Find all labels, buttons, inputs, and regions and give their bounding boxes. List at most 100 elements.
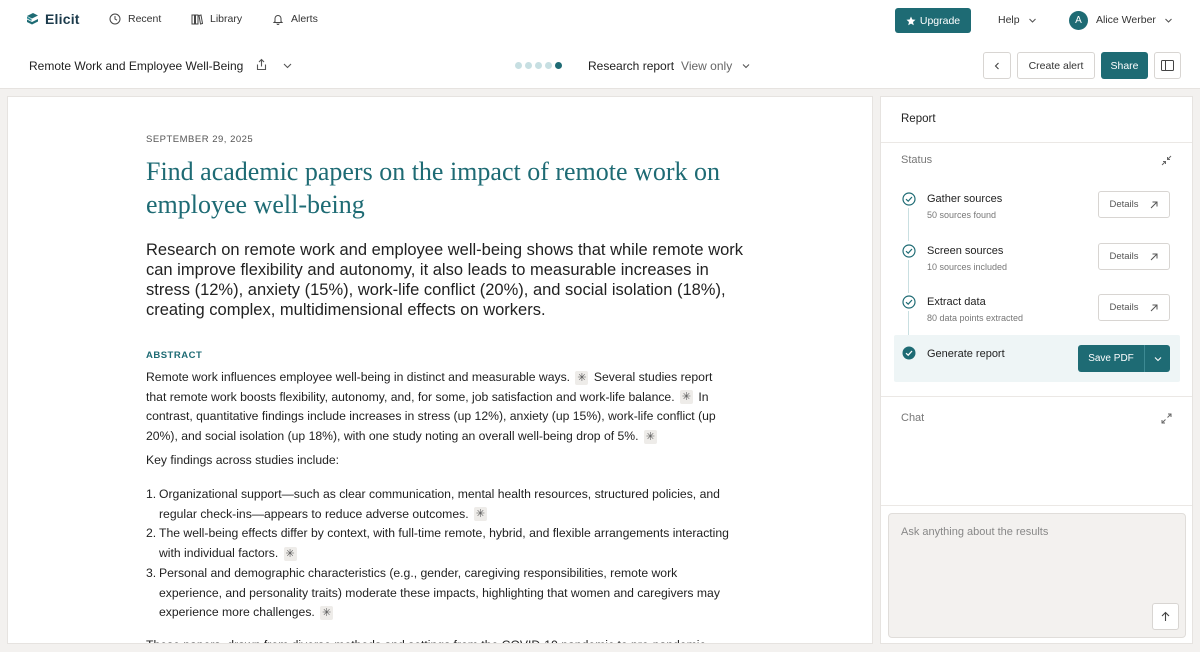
chat-input[interactable] <box>901 526 1171 538</box>
report-document: SEPTEMBER 29, 2025 Find academic papers … <box>7 96 873 644</box>
report-type-selector[interactable]: Research report View only <box>588 59 751 73</box>
report-type-label: Research report <box>588 59 675 73</box>
step-title: Extract data <box>927 296 986 308</box>
sidebar-icon <box>1161 60 1174 71</box>
app-logo[interactable]: Elicit <box>26 11 80 27</box>
nav-alerts[interactable]: Alerts <box>272 13 318 25</box>
chevron-down-icon[interactable] <box>282 60 293 71</box>
list-item: 3. Personal and demographic characterist… <box>146 564 736 623</box>
progress-dot <box>515 62 522 69</box>
user-avatar[interactable]: A <box>1069 11 1088 30</box>
list-number: 3. <box>146 565 157 580</box>
create-alert-button[interactable]: Create alert <box>1017 52 1095 79</box>
save-pdf-options-button[interactable] <box>1145 345 1170 372</box>
chevron-down-icon <box>742 64 750 69</box>
app-name: Elicit <box>45 11 80 27</box>
user-name-label: Alice Werber <box>1096 14 1156 26</box>
progress-dots <box>515 62 562 69</box>
check-circle-icon <box>902 244 916 258</box>
export-icon[interactable] <box>255 58 268 71</box>
citation-marker[interactable]: ✳ <box>643 429 657 444</box>
library-icon <box>191 14 203 25</box>
citation-marker[interactable]: ✳ <box>473 507 487 522</box>
citation-marker[interactable]: ✳ <box>320 606 334 620</box>
help-menu[interactable]: Help <box>998 14 1037 26</box>
list-item-text: The well-being effects differ by context… <box>159 526 729 561</box>
details-label: Details <box>1109 302 1139 313</box>
list-number: 2. <box>146 526 157 541</box>
nav-library[interactable]: Library <box>191 13 242 25</box>
progress-dot <box>535 62 542 69</box>
step-subtitle: 10 sources included <box>927 262 1008 272</box>
status-label: Status <box>901 154 933 166</box>
help-label: Help <box>998 14 1020 26</box>
access-mode[interactable]: View only <box>681 59 751 73</box>
share-button[interactable]: Share <box>1101 52 1148 79</box>
step-title: Gather sources <box>927 193 1003 205</box>
bell-icon <box>272 15 284 25</box>
details-button[interactable]: Details <box>1098 191 1170 218</box>
list-item-text: Organizational support—such as clear com… <box>159 487 720 521</box>
abstract-label: ABSTRACT <box>146 350 203 361</box>
top-navigation-bar: Elicit Recent Library Alerts Upgrade Hel… <box>0 0 1200 42</box>
report-side-panel: Report Status Gather sources 50 sources … <box>880 96 1193 644</box>
step-title: Generate report <box>927 348 1005 360</box>
check-circle-icon <box>902 295 916 309</box>
citation-marker[interactable]: ✳ <box>283 546 297 561</box>
report-date: SEPTEMBER 29, 2025 <box>146 134 254 145</box>
list-item: 2. The well-being effects differ by cont… <box>146 524 736 563</box>
check-circle-icon <box>902 192 916 206</box>
collapse-icon[interactable] <box>1161 155 1172 166</box>
details-label: Details <box>1109 251 1139 262</box>
step-subtitle: 50 sources found <box>927 210 997 220</box>
progress-dot <box>545 62 552 69</box>
back-button[interactable] <box>983 52 1011 79</box>
nav-recent-label: Recent <box>128 13 162 25</box>
chevron-down-icon <box>1154 356 1161 361</box>
progress-dot <box>525 62 532 69</box>
step-connector <box>908 260 909 293</box>
chevron-down-icon <box>1165 18 1172 23</box>
chat-composer <box>888 513 1186 638</box>
star-icon <box>906 16 916 25</box>
toggle-sidebar-button[interactable] <box>1154 52 1181 79</box>
save-pdf-button[interactable]: Save PDF <box>1078 345 1145 372</box>
chevron-left-icon <box>994 62 999 69</box>
details-button[interactable]: Details <box>1098 294 1170 321</box>
step-title: Screen sources <box>927 245 1004 257</box>
abstract-sentence: Remote work influences employee well-bei… <box>146 370 571 384</box>
details-label: Details <box>1109 199 1139 210</box>
arrow-up-icon <box>1161 611 1170 621</box>
upgrade-button[interactable]: Upgrade <box>895 8 971 33</box>
list-item-text: Personal and demographic characteristics… <box>159 565 720 620</box>
document-toolbar: Remote Work and Employee Well-Being Rese… <box>0 42 1200 89</box>
citation-marker[interactable]: ✳ <box>575 370 589 385</box>
list-item: 1. Organizational support—such as clear … <box>146 485 736 524</box>
list-number: 1. <box>146 487 157 501</box>
divider <box>881 396 1192 397</box>
nav-library-label: Library <box>210 13 243 25</box>
send-button[interactable] <box>1152 603 1179 630</box>
step-connector <box>908 311 909 335</box>
nav-alerts-label: Alerts <box>291 13 318 25</box>
user-menu[interactable]: Alice Werber <box>1096 14 1173 26</box>
arrow-up-right-icon <box>1150 201 1158 208</box>
chat-label: Chat <box>901 412 925 424</box>
step-subtitle: 80 data points extracted <box>927 313 1024 323</box>
report-heading: Find academic papers on the impact of re… <box>146 157 720 219</box>
report-summary: Research on remote work and employee wel… <box>146 241 744 319</box>
side-panel-title: Report <box>901 113 936 125</box>
citation-marker[interactable]: ✳ <box>680 390 693 405</box>
details-button[interactable]: Details <box>1098 243 1170 270</box>
clock-icon <box>109 13 121 25</box>
report-paragraph: These papers, drawn from diverse methods… <box>146 636 746 643</box>
abstract-text: Remote work influences employee well-bei… <box>146 368 736 447</box>
document-title: Remote Work and Employee Well-Being <box>29 59 244 73</box>
expand-icon[interactable] <box>1161 413 1172 424</box>
findings-list: 1. Organizational support—such as clear … <box>146 485 736 623</box>
save-pdf-split-button: Save PDF <box>1078 345 1170 372</box>
progress-dot <box>555 62 562 69</box>
nav-recent[interactable]: Recent <box>109 13 161 25</box>
chevron-down-icon <box>1028 18 1036 23</box>
arrow-up-right-icon <box>1150 253 1158 260</box>
